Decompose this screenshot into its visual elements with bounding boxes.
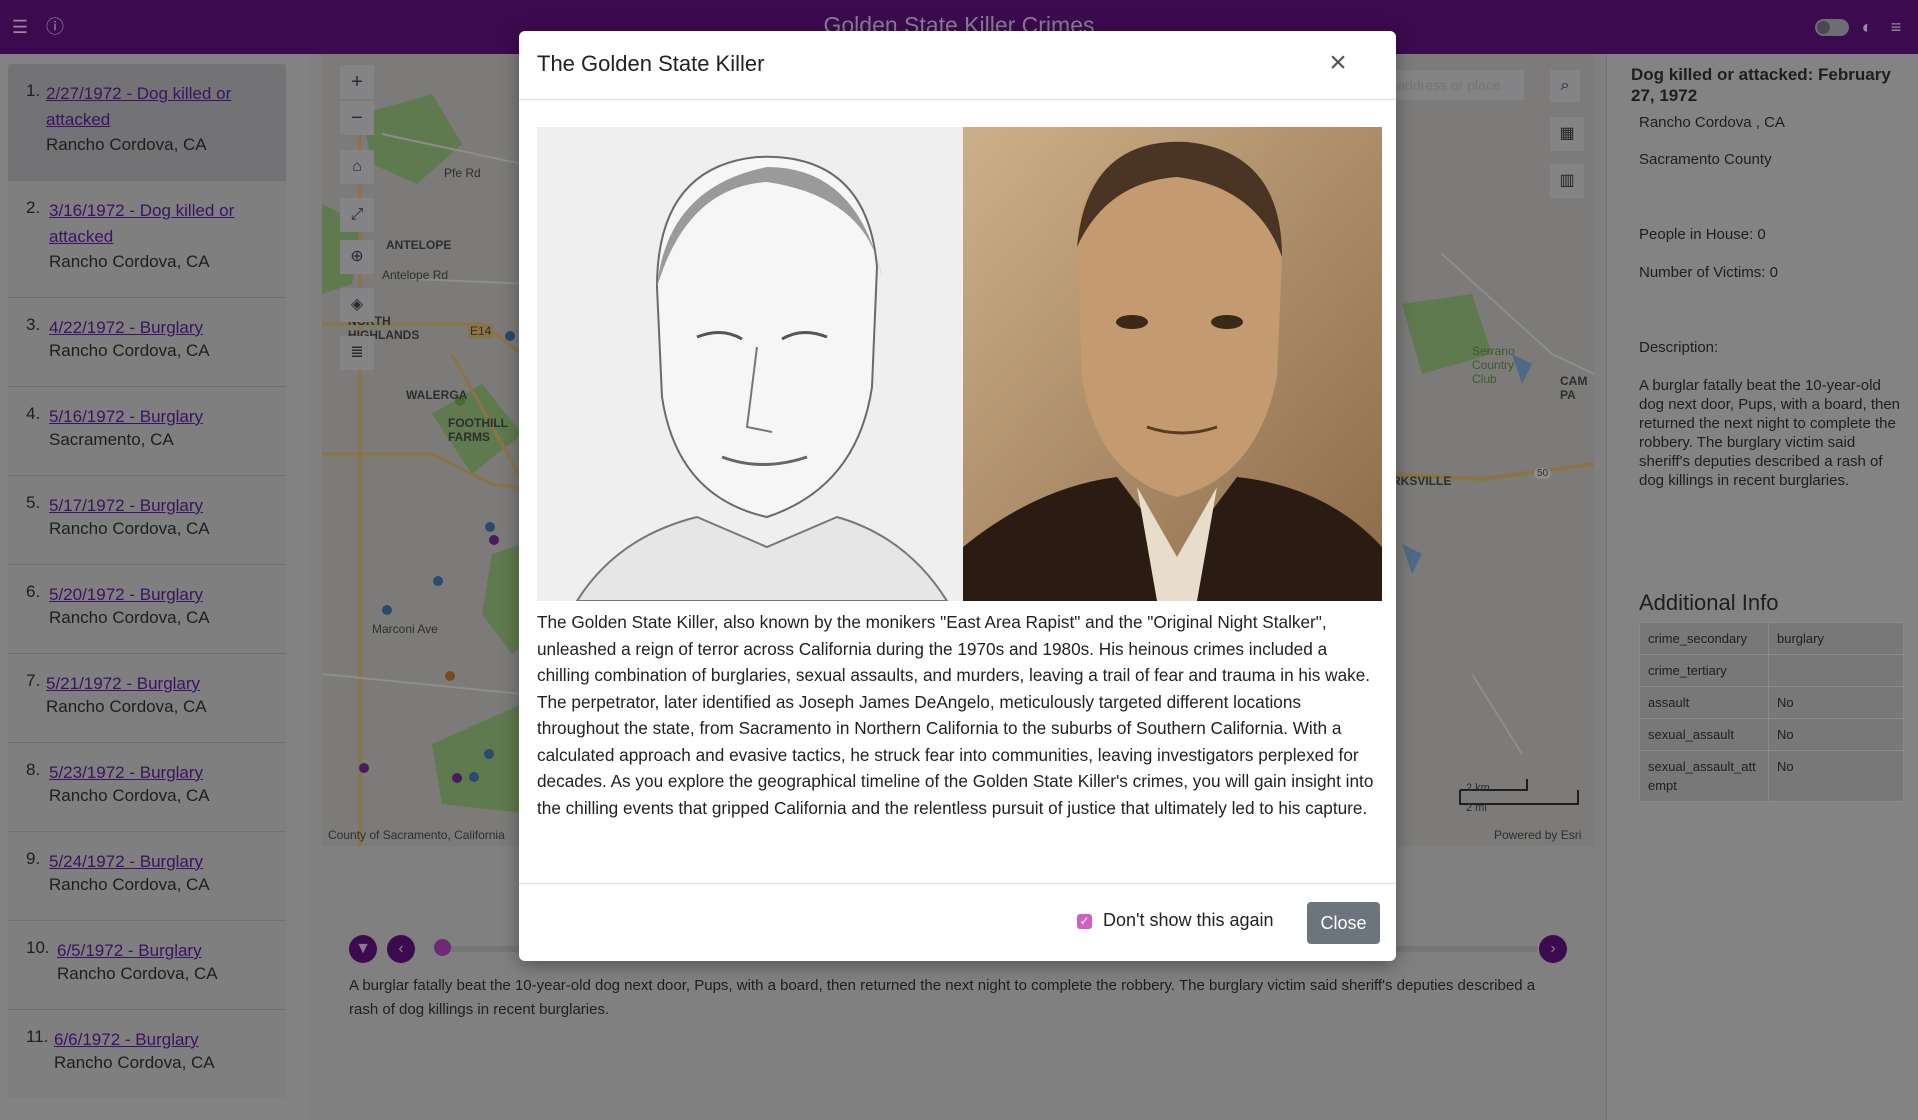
close-icon[interactable]: × [1324, 48, 1352, 78]
dont-show-checkbox[interactable]: ✓ [1077, 914, 1092, 929]
suspect-image-art [537, 127, 1382, 601]
close-button[interactable]: Close [1307, 902, 1380, 944]
modal-backdrop[interactable]: The Golden State Killer × The Golden Sta… [0, 0, 1918, 1120]
dont-show-label[interactable]: Don't show this again [1103, 910, 1274, 931]
intro-modal: The Golden State Killer × The Golden Sta… [519, 31, 1396, 961]
modal-title: The Golden State Killer [537, 51, 765, 76]
modal-footer: ✓ Don't show this again Close [519, 883, 1396, 962]
modal-body-text: The Golden State Killer, also known by t… [537, 612, 1374, 818]
suspect-image [537, 127, 1382, 601]
modal-header: The Golden State Killer × [519, 31, 1396, 100]
app: ☰ ⓘ Golden State Killer Crimes ◐ ≡ 1. 2/… [0, 0, 1918, 1120]
